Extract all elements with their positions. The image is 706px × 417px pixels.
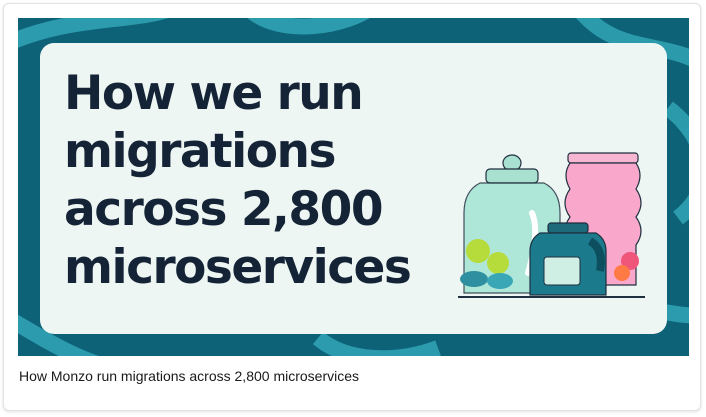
article-title-link[interactable]: How Monzo run migrations across 2,800 mi… — [19, 368, 359, 384]
glass-jars-illustration — [458, 152, 645, 298]
article-hero-image[interactable]: How we run migrations across 2,800 micro… — [18, 18, 689, 356]
headline-panel: How we run migrations across 2,800 micro… — [40, 43, 667, 334]
article-card[interactable]: How we run migrations across 2,800 micro… — [3, 3, 701, 411]
teal-jar — [529, 222, 607, 296]
hero-headline: How we run migrations across 2,800 micro… — [64, 66, 412, 295]
